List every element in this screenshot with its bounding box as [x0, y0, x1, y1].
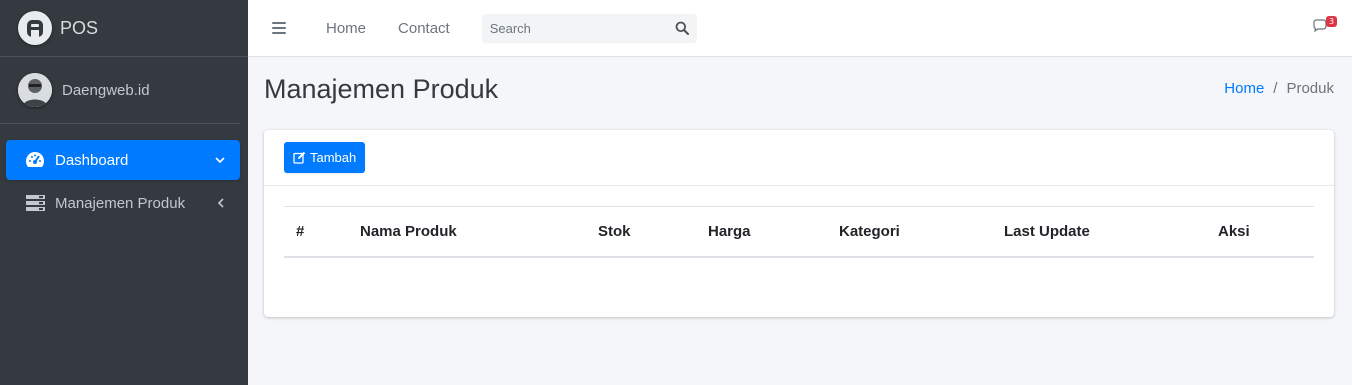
- page-title: Manajemen Produk: [264, 74, 499, 104]
- breadcrumb-home-link[interactable]: Home: [1224, 80, 1264, 97]
- user-panel[interactable]: Daengweb.id: [0, 57, 240, 124]
- messages-badge: 3: [1326, 16, 1337, 27]
- sidebar-item-dashboard[interactable]: Dashboard: [6, 140, 240, 180]
- column-header-stok: Stok: [586, 206, 696, 258]
- breadcrumb-current: Produk: [1286, 80, 1334, 97]
- hamburger-menu-icon[interactable]: [272, 22, 286, 34]
- sidebar-item-manajemen-produk[interactable]: Manajemen Produk: [6, 183, 240, 223]
- column-header-number: #: [284, 206, 348, 258]
- sidebar-item-label: Manajemen Produk: [55, 194, 186, 212]
- add-button-label: Tambah: [310, 150, 357, 165]
- column-header-kategori: Kategori: [827, 206, 992, 258]
- brand-logo: [18, 11, 52, 45]
- top-navbar: Home Contact 3: [248, 0, 1352, 57]
- server-icon: [25, 193, 45, 213]
- search-input[interactable]: [489, 20, 667, 36]
- user-name: Daengweb.id: [62, 81, 150, 99]
- chevron-down-icon: [214, 154, 226, 166]
- search-icon[interactable]: [667, 14, 697, 43]
- product-table: # Nama Produk Stok Harga Kategori Last U…: [284, 206, 1314, 258]
- messages-dropdown[interactable]: 3: [1312, 16, 1337, 35]
- column-header-aksi: Aksi: [1206, 206, 1314, 258]
- breadcrumb: Home / Produk: [1224, 80, 1334, 97]
- table-header-row: # Nama Produk Stok Harga Kategori Last U…: [284, 206, 1314, 258]
- brand-text: POS: [60, 17, 99, 38]
- card-header: Tambah: [264, 130, 1334, 186]
- search-form: [481, 13, 697, 43]
- avatar: [18, 73, 52, 107]
- nav-link-home[interactable]: Home: [326, 20, 366, 37]
- column-header-nama-produk: Nama Produk: [348, 206, 586, 258]
- sidebar-nav: Dashboard Manajemen Produk: [0, 140, 248, 223]
- chevron-left-icon: [214, 197, 226, 209]
- breadcrumb-separator: /: [1273, 80, 1278, 97]
- tachometer-icon: [25, 150, 45, 170]
- add-product-button[interactable]: Tambah: [284, 142, 366, 173]
- edit-icon: [293, 151, 306, 164]
- main-sidebar: POS Daengweb.id Dashboard Manajemen Prod…: [0, 0, 248, 385]
- column-header-harga: Harga: [696, 206, 827, 258]
- brand-link[interactable]: POS: [0, 0, 248, 57]
- nav-link-contact[interactable]: Contact: [398, 20, 450, 37]
- column-header-last-update: Last Update: [992, 206, 1206, 258]
- product-card: Tambah # Nama Produk Stok Harga Kategori…: [264, 130, 1334, 317]
- product-table-wrapper: # Nama Produk Stok Harga Kategori Last U…: [284, 206, 1314, 258]
- sidebar-item-label: Dashboard: [55, 151, 129, 169]
